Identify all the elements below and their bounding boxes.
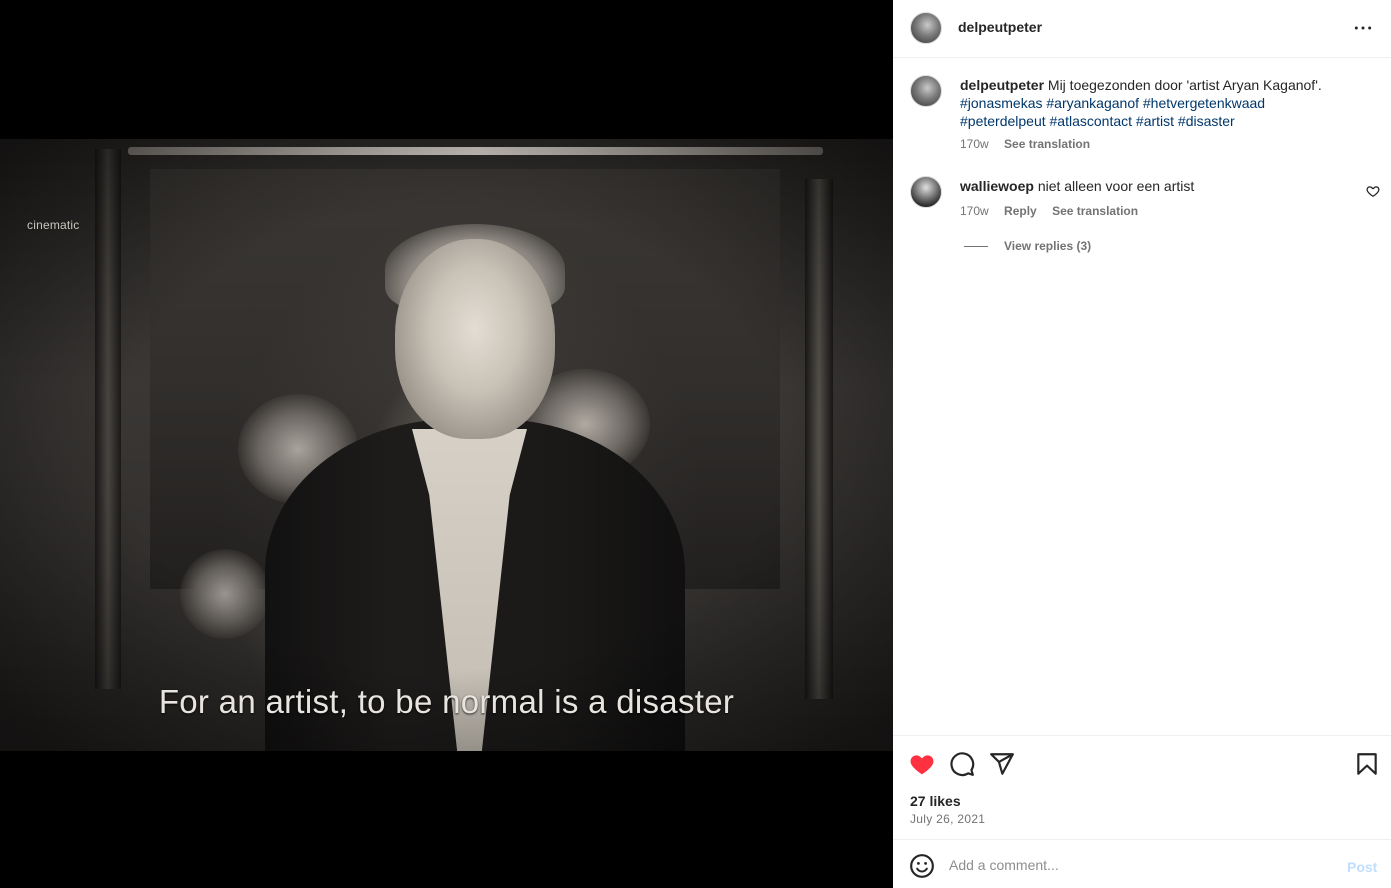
- caption-username[interactable]: delpeutpeter: [960, 77, 1044, 93]
- likes-count[interactable]: 27 likes: [910, 793, 961, 809]
- post-header: delpeutpeter: [893, 0, 1391, 58]
- comment-avatar[interactable]: [910, 176, 942, 208]
- post-side-panel: delpeutpeter delpeutpeter Mij toegezonde…: [893, 0, 1391, 888]
- share-send-icon[interactable]: [989, 751, 1015, 777]
- view-replies-label: View replies (3): [1004, 239, 1092, 253]
- comment-icon[interactable]: [949, 751, 975, 777]
- save-bookmark-icon[interactable]: [1354, 751, 1380, 777]
- photo-subtitle: For an artist, to be normal is a disaste…: [158, 683, 735, 720]
- post-comment-button[interactable]: Post: [1347, 859, 1377, 875]
- caption-body: Mij toegezonden door 'artist Aryan Kagan…: [1047, 77, 1322, 93]
- comment-body: niet alleen voor een artist: [1037, 178, 1195, 194]
- more-options-icon[interactable]: [1353, 18, 1373, 38]
- post-photo[interactable]: cinematic For an artist, to be normal is…: [0, 139, 893, 751]
- caption-meta: 170w See translation: [960, 137, 1102, 151]
- caption-hashtags-line1[interactable]: #jonasmekas #aryankaganof #hetvergetenkw…: [960, 95, 1265, 111]
- author-avatar[interactable]: [910, 12, 942, 44]
- caption-text: delpeutpeter Mij toegezonden door 'artis…: [960, 76, 1370, 130]
- view-replies-button[interactable]: View replies (3): [964, 239, 1091, 253]
- comment-username[interactable]: walliewoep: [960, 178, 1034, 194]
- caption-avatar[interactable]: [910, 75, 942, 107]
- comment-meta: 170w Reply See translation: [960, 204, 1150, 218]
- comments-section: delpeutpeter Mij toegezonden door 'artis…: [893, 59, 1391, 735]
- replies-divider: [964, 245, 988, 247]
- comment-like-icon[interactable]: [1366, 184, 1380, 198]
- caption-age[interactable]: 170w: [960, 137, 989, 151]
- comment-text: walliewoep niet alleen voor een artist: [960, 177, 1194, 195]
- comment-input[interactable]: [949, 852, 1329, 878]
- post-actions: 27 likes July 26, 2021: [893, 735, 1391, 839]
- emoji-icon[interactable]: [909, 853, 935, 879]
- comment-see-translation-button[interactable]: See translation: [1052, 204, 1138, 218]
- caption-hashtags-line2[interactable]: #peterdelpeut #atlascontact #artist #dis…: [960, 113, 1235, 129]
- post-media: cinematic For an artist, to be normal is…: [0, 0, 893, 888]
- photo-watermark: cinematic: [27, 218, 80, 232]
- post-date[interactable]: July 26, 2021: [910, 812, 985, 826]
- instagram-post-view: cinematic For an artist, to be normal is…: [0, 0, 1391, 888]
- author-username[interactable]: delpeutpeter: [958, 19, 1042, 35]
- photo-vignette: [0, 139, 893, 751]
- comment-composer: Post: [893, 839, 1391, 888]
- comment-reply-button[interactable]: Reply: [1004, 204, 1037, 218]
- caption-see-translation-button[interactable]: See translation: [1004, 137, 1090, 151]
- like-heart-icon[interactable]: [909, 751, 935, 777]
- comment-age[interactable]: 170w: [960, 204, 989, 218]
